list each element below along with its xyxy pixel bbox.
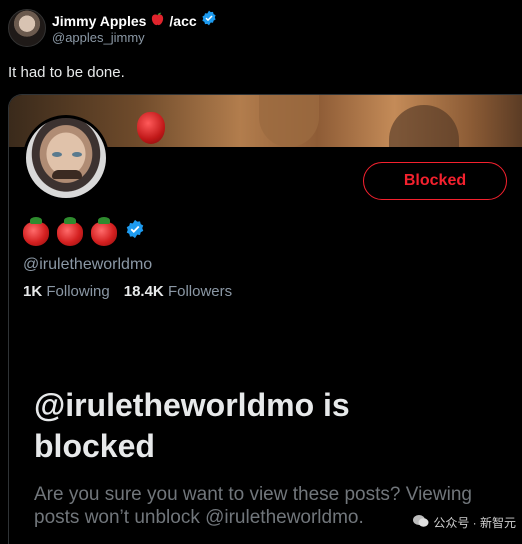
- strawberry-icon: [57, 217, 83, 246]
- profile-avatar[interactable]: [23, 115, 109, 201]
- author-suffix: /acc: [169, 12, 197, 29]
- strawberry-icon: [91, 217, 117, 246]
- tweet-text: It had to be done.: [8, 64, 125, 81]
- banner-shape: [389, 105, 459, 147]
- author-name[interactable]: Jimmy Apples: [52, 13, 146, 29]
- author-handle[interactable]: @apples_jimmy: [52, 30, 145, 45]
- following-count: 1K: [23, 283, 43, 300]
- watermark: 公众号 · 新智元: [413, 514, 516, 531]
- banner-strawberry: [137, 112, 165, 144]
- author-row: Jimmy Apples /acc: [52, 10, 217, 31]
- verified-badge-icon: [125, 219, 145, 244]
- avatar-eye: [72, 152, 82, 157]
- followers-label: Followers: [167, 283, 233, 300]
- avatar-eye: [52, 152, 62, 157]
- verified-badge-icon: [201, 10, 217, 31]
- profile-stats: 1K Following 18.4K Followers: [23, 283, 232, 300]
- followers-count: 18.4K: [123, 283, 164, 300]
- wechat-icon: [413, 514, 429, 531]
- followers-stat[interactable]: 18.4K Followers: [124, 283, 232, 300]
- avatar-mustache: [52, 170, 82, 179]
- strawberry-icon: [23, 217, 49, 246]
- blocked-button[interactable]: Blocked: [363, 162, 507, 200]
- watermark-text: 公众号 · 新智元: [433, 516, 516, 530]
- profile-handle: @irule​theworldmo: [23, 256, 153, 273]
- banner-shape: [259, 95, 319, 147]
- blocked-heading: @iruletheworldmo is blocked: [34, 387, 350, 464]
- apple-icon: [150, 11, 165, 31]
- author-avatar[interactable]: [8, 9, 46, 47]
- embedded-screenshot[interactable]: Blocked @irule​theworldmo 1K Following 1…: [8, 94, 522, 544]
- display-name-emojis: [23, 217, 145, 246]
- following-label: Following: [46, 283, 110, 300]
- following-stat[interactable]: 1K Following: [23, 283, 110, 300]
